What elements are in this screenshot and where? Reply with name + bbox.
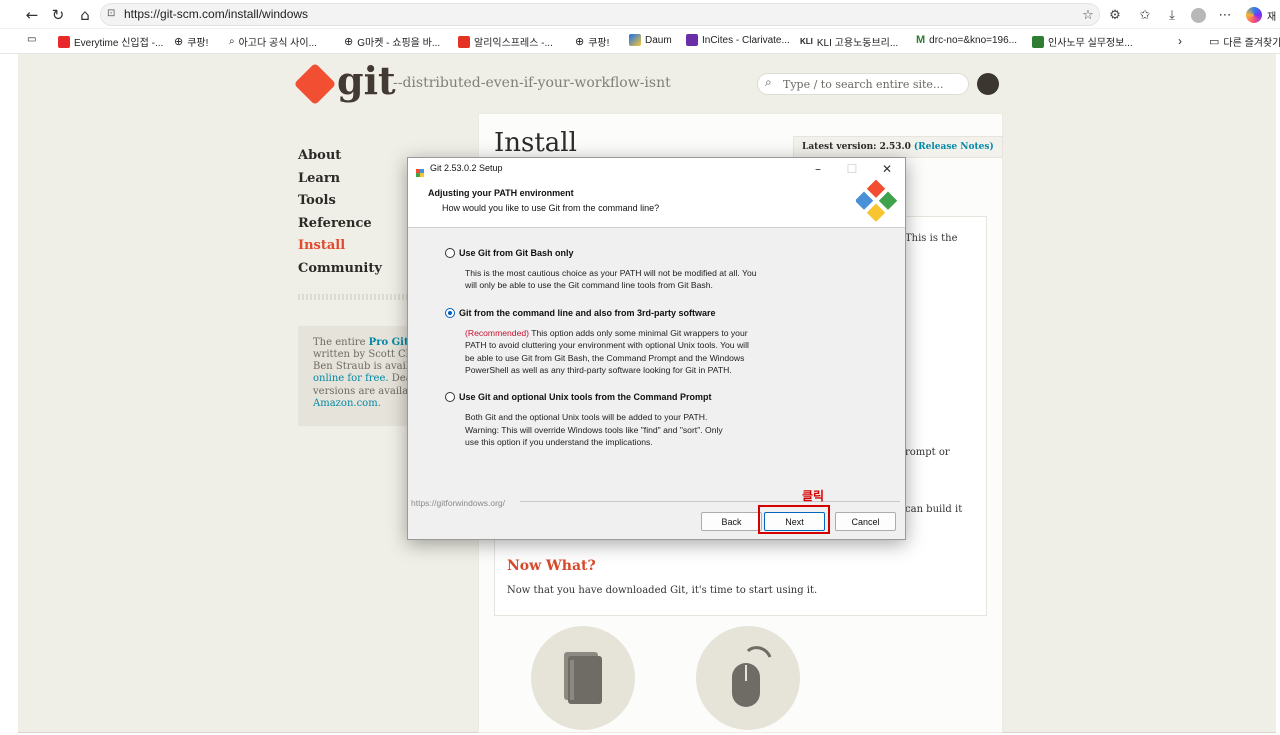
bookmark-drc[interactable]: Mdrc-no=&kno=196... xyxy=(916,34,1017,46)
back-button[interactable]: Back xyxy=(701,512,762,531)
browser-toolbar: ← ↻ ⌂ ⊡ https://git-scm.com/install/wind… xyxy=(0,0,1280,29)
maximize-icon: ☐ xyxy=(846,162,858,176)
nav-learn[interactable]: Learn xyxy=(298,171,340,186)
profile-label: 재 xyxy=(1267,12,1277,23)
radio-button[interactable] xyxy=(445,392,455,402)
theme-toggle-icon[interactable] xyxy=(977,73,999,95)
bookmark-coupang-1[interactable]: ⊕ 쿠팡! xyxy=(174,34,208,49)
footer-divider xyxy=(520,501,900,502)
option-label[interactable]: Use Git from Git Bash only xyxy=(459,248,574,258)
back-arrow-icon[interactable]: ← xyxy=(22,5,42,25)
site-tagline: --distributed-even-if-your-workflow-isnt xyxy=(393,75,671,91)
dialog-subheading: How would you like to use Git from the c… xyxy=(442,203,660,213)
nav-reference[interactable]: Reference xyxy=(298,216,372,231)
option-label[interactable]: Git from the command line and also from … xyxy=(459,308,716,318)
bookmark-everytime[interactable]: Everytime 신입접 -... xyxy=(58,34,163,49)
reload-icon[interactable]: ↻ xyxy=(48,5,68,25)
option-warning-line: Warning: This will override Windows tool… xyxy=(465,425,723,435)
pro-git-line-6: Amazon.com. xyxy=(313,398,381,409)
amazon-link[interactable]: Amazon.com xyxy=(313,398,378,409)
bg-text-fragment: can build it xyxy=(905,504,963,515)
option-desc-line: Both Git and the optional Unix tools wil… xyxy=(465,412,708,422)
search-icon: ⌕ xyxy=(765,75,772,89)
nav-about[interactable]: About xyxy=(298,148,341,163)
bg-text-fragment: This is the xyxy=(905,233,958,244)
page-title: Install xyxy=(494,128,577,158)
radio-command-line-3rd-party[interactable]: Git from the command line and also from … xyxy=(445,308,716,318)
git-setup-icon xyxy=(415,163,425,177)
bookmark-gmarket[interactable]: ⊕ G마켓 - 쇼핑을 바... xyxy=(344,34,440,49)
release-notes-link[interactable]: (Release Notes) xyxy=(914,142,994,152)
dialog-header: Adjusting your PATH environment How woul… xyxy=(408,180,905,228)
highlight-box xyxy=(758,505,830,534)
dialog-titlebar[interactable]: Git 2.53.0.2 Setup – ☐ ✕ xyxy=(408,158,905,180)
bookmark-aliexpress[interactable]: 알리익스프레스 -... xyxy=(458,34,553,49)
option-desc-line: This is the most cautious choice as your… xyxy=(465,268,757,278)
online-free-link[interactable]: online for free. xyxy=(313,373,389,384)
mouse-icon[interactable] xyxy=(696,626,800,730)
search-placeholder: Type / to search entire site... xyxy=(783,78,944,91)
option-desc-line: will only be able to use the Git command… xyxy=(465,280,713,290)
option-label[interactable]: Use Git and optional Unix tools from the… xyxy=(459,392,712,402)
bookmark-agoda[interactable]: ⌕ 아고다 공식 사이... xyxy=(229,34,317,49)
home-icon[interactable]: ⌂ xyxy=(75,5,95,25)
option-desc-line: PowerShell as well as any third-party so… xyxy=(465,365,732,375)
more-menu-icon[interactable]: ⋯ xyxy=(1215,5,1235,25)
option-desc-line: be able to use Git from Git Bash, the Co… xyxy=(465,353,745,363)
extensions-icon[interactable]: ⚙ xyxy=(1105,5,1125,25)
git-for-windows-logo-icon xyxy=(856,180,898,222)
option-desc-line: (Recommended) This option adds only some… xyxy=(465,328,748,338)
chevron-right-icon[interactable]: › xyxy=(1178,34,1182,48)
favorites-icon[interactable]: ✩ xyxy=(1135,5,1155,25)
copilot-icon[interactable] xyxy=(1244,5,1264,25)
book-icon[interactable] xyxy=(531,626,635,730)
bookmark-insa[interactable]: 인사노무 실무정보... xyxy=(1032,34,1133,49)
star-icon[interactable]: ☆ xyxy=(1078,5,1098,25)
avatar[interactable] xyxy=(1188,5,1208,25)
bookmarks-bar: ▭ Everytime 신입접 -... ⊕ 쿠팡! ⌕ 아고다 공식 사이... … xyxy=(0,29,1280,54)
nav-community[interactable]: Community xyxy=(298,261,382,276)
git-setup-dialog: Git 2.53.0.2 Setup – ☐ ✕ Adjusting your … xyxy=(407,157,906,540)
site-info-icon[interactable]: ⊡ xyxy=(107,8,115,19)
reading-list-icon[interactable]: ▭ xyxy=(27,34,36,45)
now-what-text: Now that you have downloaded Git, it's t… xyxy=(507,585,818,596)
bookmark-daum[interactable]: Daum xyxy=(629,34,672,46)
cancel-button[interactable]: Cancel xyxy=(835,512,896,531)
nav-install[interactable]: Install xyxy=(298,238,345,253)
close-icon[interactable]: ✕ xyxy=(877,160,897,178)
url-text: https://git-scm.com/install/windows xyxy=(124,7,309,21)
footer-url: https://gitforwindows.org/ xyxy=(411,498,506,508)
radio-git-bash-only[interactable]: Use Git from Git Bash only xyxy=(445,248,574,258)
minimize-icon[interactable]: – xyxy=(808,160,828,178)
bookmark-other-folder[interactable]: ▭ 다른 즐겨찾기 xyxy=(1209,34,1280,49)
dialog-heading: Adjusting your PATH environment xyxy=(428,188,574,198)
latest-version-badge: Latest version: 2.53.0 (Release Notes) xyxy=(793,136,1003,158)
click-annotation: 클릭 xyxy=(802,489,825,503)
radio-button-checked[interactable] xyxy=(445,308,455,318)
option-desc-line: PATH to avoid cluttering your environmen… xyxy=(465,340,749,350)
radio-git-and-unix-tools[interactable]: Use Git and optional Unix tools from the… xyxy=(445,392,712,402)
dialog-title: Git 2.53.0.2 Setup xyxy=(430,163,503,173)
radio-button[interactable] xyxy=(445,248,455,258)
bookmark-incites[interactable]: InCites - Clarivate... xyxy=(686,34,790,46)
now-what-heading: Now What? xyxy=(507,558,596,574)
downloads-icon[interactable]: ⤓ xyxy=(1162,5,1182,25)
bookmark-kli[interactable]: KLI KLI 고용노동브리... xyxy=(800,34,898,49)
bookmark-coupang-2[interactable]: ⊕ 쿠팡! xyxy=(575,34,609,49)
nav-tools[interactable]: Tools xyxy=(298,193,336,208)
bg-text-fragment: rompt or xyxy=(905,447,950,458)
git-logo-text[interactable]: git xyxy=(337,58,396,103)
option-warning-line: use this option if you understand the im… xyxy=(465,437,653,447)
